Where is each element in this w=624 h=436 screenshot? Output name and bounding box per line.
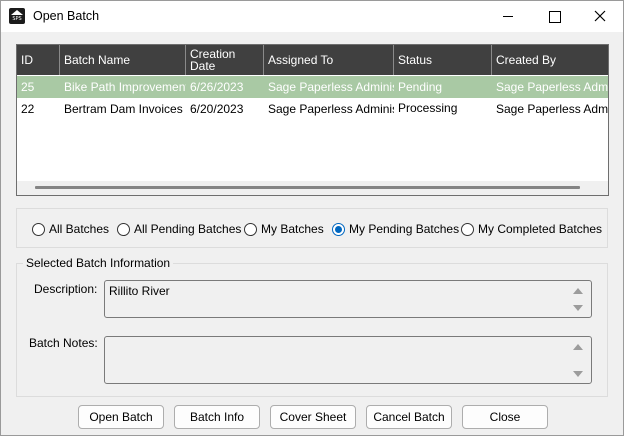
close-button[interactable]: Close [462,405,548,429]
batch-notes-field[interactable] [104,336,592,384]
cell-batch-name: Bike Path Improvements [64,80,186,94]
scroll-down-icon[interactable] [573,371,583,377]
radio-circle-selected[interactable] [332,222,345,236]
grid-empty-area [17,120,608,181]
scroll-up-icon[interactable] [573,344,583,350]
window-title: Open Batch [33,9,100,23]
cell-created-by: Sage Paperless Admi... [496,102,608,116]
radio-my-pending-batches[interactable]: My Pending Batches [332,221,459,237]
cell-creation-date: 6/26/2023 [190,80,244,94]
radio-all-pending-batches[interactable]: All Pending Batches [117,221,241,237]
close-icon[interactable] [577,1,623,32]
cell-status: Pending [398,80,443,94]
column-header-creation-date[interactable]: Creation Date [186,45,264,75]
cell-assigned-to: Sage Paperless Adminis... [268,102,394,116]
radio-all-batches[interactable]: All Batches [32,221,109,237]
radio-my-completed-batches[interactable]: My Completed Batches [461,221,602,237]
cell-batch-name: Bertram Dam Invoices [64,102,183,116]
open-batch-button[interactable]: Open Batch [78,405,164,429]
cell-id: 25 [21,80,35,94]
minimize-icon[interactable] [485,1,531,32]
batch-filter-group: All Batches All Pending Batches My Batch… [16,208,608,248]
app-logo-icon: SPS [9,8,25,24]
cell-assigned-to: Sage Paperless Adminis... [268,80,394,94]
description-label: Description: [34,282,98,296]
radio-circle[interactable] [461,222,474,236]
group-legend: Selected Batch Information [23,256,174,270]
horizontal-scrollbar[interactable] [17,181,608,195]
radio-my-batches[interactable]: My Batches [244,221,324,237]
cell-created-by: Sage Paperless Admi... [496,80,608,94]
batch-info-button[interactable]: Batch Info [174,405,260,429]
scroll-down-icon[interactable] [573,305,583,311]
radio-circle[interactable] [117,222,130,236]
radio-circle[interactable] [32,222,45,236]
cover-sheet-button[interactable]: Cover Sheet [270,405,356,429]
open-batch-dialog: SPS Open Batch ID Batch Name Creation Da… [0,0,624,436]
column-header-assigned-to[interactable]: Assigned To [264,45,394,75]
description-field[interactable]: Rillito River [104,280,592,318]
scrollbar-thumb[interactable] [35,186,580,189]
cell-id: 22 [21,102,35,116]
description-value: Rillito River [109,284,170,298]
grid-header: ID Batch Name Creation Date Assigned To … [17,45,608,75]
radio-circle[interactable] [244,222,257,236]
table-row[interactable]: 22 Bertram Dam Invoices 6/20/2023 Sage P… [17,98,608,120]
column-header-created-by[interactable]: Created By [492,45,608,75]
batch-notes-label: Batch Notes: [29,336,98,350]
cancel-batch-button[interactable]: Cancel Batch [366,405,452,429]
title-bar[interactable]: SPS Open Batch [1,1,623,32]
column-header-batch-name[interactable]: Batch Name [60,45,186,75]
column-header-id[interactable]: ID [17,45,60,75]
column-header-status[interactable]: Status [394,45,492,75]
table-row[interactable]: 25 Bike Path Improvements 6/26/2023 Sage… [17,76,608,98]
cell-status: Processing [398,101,458,115]
maximize-icon[interactable] [531,1,577,32]
cell-creation-date: 6/20/2023 [190,102,244,116]
batch-grid[interactable]: ID Batch Name Creation Date Assigned To … [16,44,609,196]
scroll-up-icon[interactable] [573,288,583,294]
